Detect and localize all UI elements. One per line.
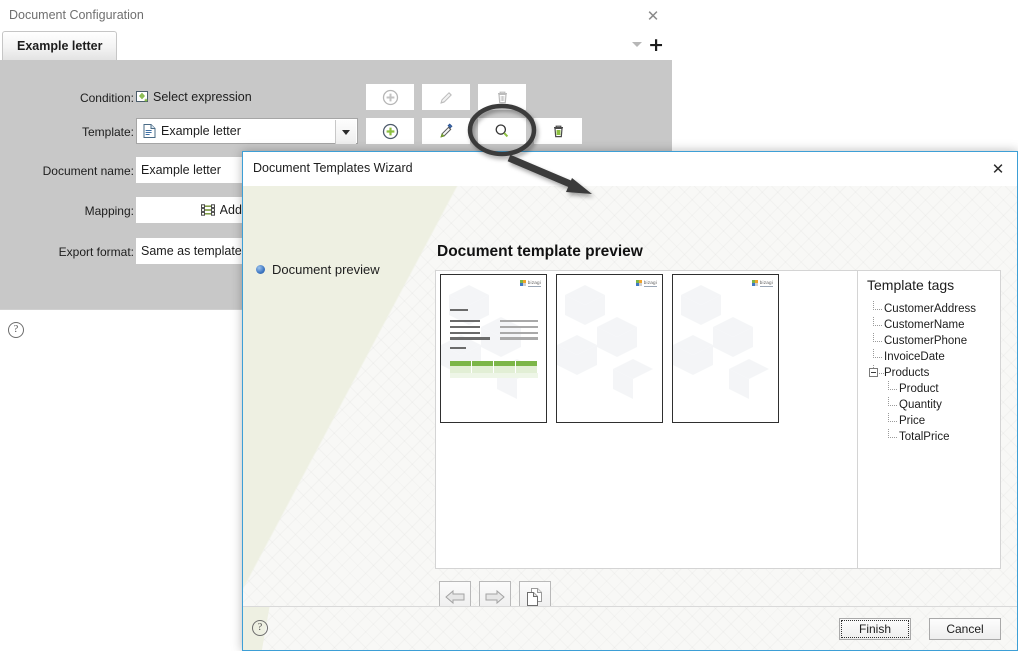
tree-item-label: Quantity (899, 399, 942, 411)
preview-navigation-buttons (439, 581, 551, 607)
document-preview-panel: bizagi bizagi bizagi (435, 270, 859, 569)
tree-item-label: Product (899, 383, 939, 395)
watermark-icon (673, 285, 769, 399)
document-icon (143, 124, 156, 138)
bizagi-logo-text: bizagi (759, 280, 773, 287)
tree-item[interactable]: Quantity (869, 397, 996, 413)
document-name-label: Document name: (42, 164, 134, 178)
tree-item-label: CustomerName (884, 319, 965, 331)
watermark-icon (557, 285, 653, 399)
pencil-icon (439, 91, 452, 104)
plus-icon[interactable]: + (648, 36, 664, 55)
document-name-value: Example letter (141, 163, 221, 177)
expression-icon (136, 90, 149, 104)
arrow-left-icon (445, 589, 465, 605)
condition-value[interactable]: Select expression (136, 84, 354, 110)
wizard-footer: ? Finish Cancel (243, 606, 1017, 650)
condition-add-button[interactable] (366, 84, 414, 110)
tree-item-label: InvoiceDate (884, 351, 945, 363)
copy-pages-button[interactable] (519, 581, 551, 607)
sidebar-item-document-preview[interactable]: Document preview (256, 262, 380, 277)
template-combobox[interactable]: Example letter (136, 118, 358, 144)
template-value-text: Example letter (161, 124, 241, 138)
tree-item-label: Products (884, 367, 930, 379)
bizagi-logo: bizagi (751, 280, 773, 287)
condition-delete-button[interactable] (478, 84, 526, 110)
bizagi-logo: bizagi (519, 280, 541, 287)
template-tags-tree: CustomerAddress CustomerName CustomerPho… (869, 301, 996, 445)
help-icon[interactable]: ? (8, 322, 24, 338)
trash-icon (553, 125, 563, 137)
previous-page-button[interactable] (439, 581, 471, 607)
thumbnail-table (450, 361, 538, 378)
close-icon[interactable]: ✕ (989, 160, 1007, 178)
window-title: Document Configuration (9, 8, 144, 22)
cancel-button[interactable]: Cancel (929, 618, 1001, 640)
circle-plus-icon (382, 89, 398, 105)
export-format-label: Export format: (58, 245, 134, 259)
finish-button[interactable]: Finish (839, 618, 911, 640)
close-icon[interactable]: ✕ (644, 7, 662, 25)
thumbnail-list: bizagi bizagi bizagi (440, 274, 779, 423)
tab-strip: Example letter + (0, 31, 672, 61)
tree-item[interactable]: CustomerName (869, 317, 996, 333)
template-tags-title: Template tags (867, 277, 955, 293)
thumbnail-page-2[interactable]: bizagi (556, 274, 663, 423)
tree-item-products[interactable]: Products (869, 365, 996, 381)
copy-pages-icon (527, 588, 542, 606)
circle-plus-icon (382, 123, 398, 139)
tree-item[interactable]: InvoiceDate (869, 349, 996, 365)
tree-item-label: CustomerPhone (884, 335, 968, 347)
template-delete-button[interactable] (534, 118, 582, 144)
condition-row: Condition: Select expression (0, 84, 672, 112)
wizard-title: Document Templates Wizard (253, 161, 413, 175)
condition-edit-button[interactable] (422, 84, 470, 110)
window-title-bar: Document Configuration ✕ (0, 0, 672, 31)
tree-item[interactable]: Price (869, 413, 996, 429)
trash-icon (497, 91, 507, 103)
tree-item[interactable]: Product (869, 381, 996, 397)
tree-item-label: TotalPrice (899, 431, 950, 443)
bullet-icon (256, 265, 265, 274)
condition-value-text: Select expression (153, 90, 252, 104)
tree-item-label: CustomerAddress (884, 303, 977, 315)
chevron-down-icon[interactable] (632, 42, 642, 47)
condition-label: Condition: (79, 91, 134, 105)
chevron-down-icon[interactable] (335, 120, 356, 144)
help-icon[interactable]: ? (252, 620, 268, 636)
template-edit-button[interactable] (422, 118, 470, 144)
thumbnail-body-text (450, 309, 538, 351)
mapping-icon (200, 204, 215, 216)
tree-item[interactable]: CustomerPhone (869, 333, 996, 349)
template-add-button[interactable] (366, 118, 414, 144)
wizard-body: Document preview Document template previ… (243, 186, 1017, 607)
wizard-title-bar: Document Templates Wizard ✕ (243, 152, 1017, 186)
tab-label: Example letter (17, 39, 103, 53)
next-page-button[interactable] (479, 581, 511, 607)
template-search-button[interactable] (478, 118, 526, 144)
tree-item[interactable]: TotalPrice (869, 429, 996, 445)
bizagi-logo-text: bizagi (527, 280, 541, 287)
collapse-toggle-icon[interactable] (869, 368, 878, 377)
thumbnail-page-3[interactable]: bizagi (672, 274, 779, 423)
thumbnail-page-1[interactable]: bizagi (440, 274, 547, 423)
sidebar-item-label: Document preview (272, 262, 380, 277)
decorative-wedge (243, 186, 463, 607)
magnifier-icon (495, 124, 509, 138)
page-title: Document template preview (437, 243, 643, 260)
document-templates-wizard-dialog: Document Templates Wizard ✕ Document pre… (242, 151, 1018, 651)
bizagi-logo-text: bizagi (643, 280, 657, 287)
tree-item[interactable]: CustomerAddress (869, 301, 996, 317)
pencil-icon (439, 123, 453, 138)
tab-example-letter[interactable]: Example letter (2, 31, 118, 60)
template-label: Template: (81, 125, 134, 139)
template-tags-panel: Template tags CustomerAddress CustomerNa… (857, 270, 1001, 569)
bizagi-logo: bizagi (635, 280, 657, 287)
arrow-right-icon (485, 589, 505, 605)
template-row: Template: Example letter (0, 118, 672, 146)
tree-item-label: Price (899, 415, 926, 427)
export-format-value: Same as template (141, 244, 242, 258)
mapping-label: Mapping: (84, 204, 134, 218)
